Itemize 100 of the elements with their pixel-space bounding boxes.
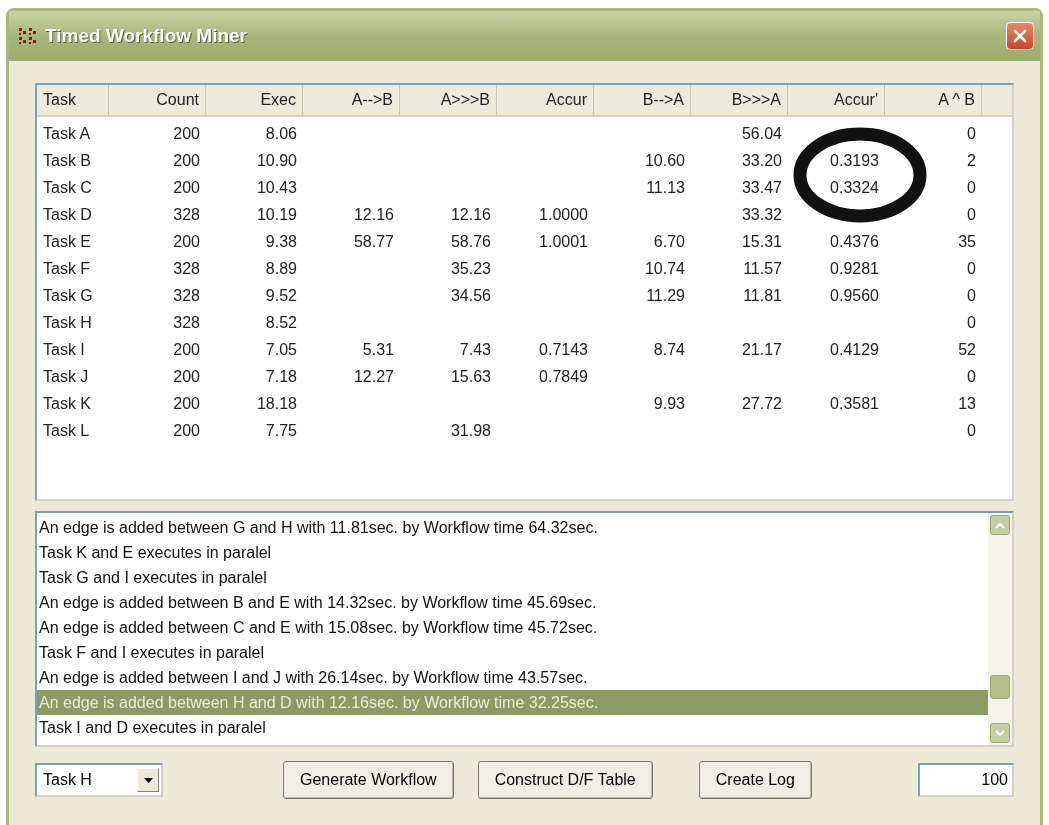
table-cell: 0 xyxy=(967,312,976,333)
scrollbar[interactable] xyxy=(988,513,1012,745)
table-cell: 5.31 xyxy=(362,339,394,360)
column-header[interactable]: A>>>B xyxy=(400,85,497,115)
table-cell: Task H xyxy=(43,312,92,333)
column-header[interactable]: Accur' xyxy=(788,85,885,115)
table-cell: 12.16 xyxy=(450,204,491,225)
table-cell: 0 xyxy=(967,204,976,225)
table-cell: 200 xyxy=(173,231,200,252)
table-cell: 0.3324 xyxy=(830,177,879,198)
dropdown-value: Task H xyxy=(43,770,92,790)
log-item[interactable]: An edge is added between C and E with 15.08sec. by Workflow time 45.72sec. xyxy=(37,615,988,640)
column-header[interactable]: Count xyxy=(109,85,206,115)
table-cell: 0 xyxy=(967,420,976,441)
table-cell: 12.27 xyxy=(353,366,394,387)
log-item[interactable]: Task G and I executes in paralel xyxy=(37,565,988,590)
table-cell: 10.43 xyxy=(256,177,297,198)
table-cell: 21.17 xyxy=(741,339,782,360)
table-cell: 0.3193 xyxy=(830,150,879,171)
log-item[interactable]: An edge is added between B and E with 14.32sec. by Workflow time 45.69sec. xyxy=(37,590,988,615)
table-cell: 0 xyxy=(967,123,976,144)
table-cell: 56.04 xyxy=(741,123,782,144)
column-header[interactable]: Accur xyxy=(497,85,594,115)
table-cell: 200 xyxy=(173,339,200,360)
scroll-thumb[interactable] xyxy=(990,675,1010,699)
table-cell: 0 xyxy=(967,258,976,279)
task-dropdown[interactable]: Task H xyxy=(35,763,163,797)
column-header[interactable]: B-->A xyxy=(594,85,691,115)
table-cell: 58.76 xyxy=(450,231,491,252)
log-item[interactable]: Task I and D executes in paralel xyxy=(37,715,988,740)
table-cell: 8.89 xyxy=(265,258,297,279)
table-cell: Task D xyxy=(43,204,92,225)
table-cell: 13 xyxy=(958,393,976,414)
table-cell: 15.63 xyxy=(450,366,491,387)
action-button[interactable]: Construct D/F Table xyxy=(477,761,653,799)
table-cell: 0.3581 xyxy=(830,393,879,414)
log-item[interactable]: An edge is added between I and J with 26.14sec. by Workflow time 43.57sec. xyxy=(37,665,988,690)
table-cell: 11.81 xyxy=(743,285,782,306)
table-cell: Task E xyxy=(43,231,91,252)
column-header[interactable]: A ^ B xyxy=(885,85,982,115)
table-cell: 8.06 xyxy=(265,123,297,144)
table-cell: 0.4376 xyxy=(830,231,879,252)
table-cell: 2 xyxy=(967,150,976,171)
table-cell: 0 xyxy=(967,285,976,306)
scroll-up-button[interactable] xyxy=(990,515,1010,535)
table-cell: 328 xyxy=(173,285,200,306)
table-cell: 7.43 xyxy=(459,339,491,360)
table-cell: 15.31 xyxy=(741,231,782,252)
table-cell: Task A xyxy=(43,123,91,144)
table-cell: Task G xyxy=(43,285,93,306)
table-cell: 0.9560 xyxy=(830,285,879,306)
scroll-down-button[interactable] xyxy=(990,723,1010,743)
close-icon xyxy=(1012,28,1028,44)
table-cell: 35 xyxy=(958,231,976,252)
table-cell: 7.75 xyxy=(265,420,297,441)
column-header[interactable]: Task xyxy=(37,85,109,115)
count-field[interactable]: 100 xyxy=(918,763,1014,797)
table-cell: 8.52 xyxy=(265,312,297,333)
column-header[interactable]: Exec xyxy=(206,85,303,115)
log-item[interactable]: An edge is added between G and H with 11.81sec. by Workflow time 64.32sec. xyxy=(37,515,988,540)
table-cell: Task C xyxy=(43,177,92,198)
table-cell: 6.70 xyxy=(653,231,685,252)
table-cell: 200 xyxy=(173,393,200,414)
table-cell: 9.93 xyxy=(653,393,685,414)
table-cell: 0.9281 xyxy=(830,258,879,279)
table-cell: 0.7143 xyxy=(539,339,588,360)
table-cell: 11.13 xyxy=(646,177,685,198)
table-cell: 9.38 xyxy=(265,231,297,252)
log-item[interactable]: Task K and E executes in paralel xyxy=(37,540,988,565)
table-cell: 34.56 xyxy=(450,285,491,306)
table-cell: Task L xyxy=(43,420,90,441)
table-cell: 52 xyxy=(958,339,976,360)
table-cell: Task I xyxy=(43,339,85,360)
table-cell: 10.90 xyxy=(256,150,297,171)
table-cell: 33.20 xyxy=(741,150,782,171)
table-cell: 7.05 xyxy=(265,339,297,360)
close-button[interactable] xyxy=(1006,22,1034,50)
table-cell: 12.16 xyxy=(353,204,394,225)
column-header[interactable]: A-->B xyxy=(303,85,400,115)
table-cell: Task F xyxy=(43,258,91,279)
column-header[interactable]: B>>>A xyxy=(691,85,788,115)
dropdown-arrow-icon xyxy=(143,777,153,783)
table-cell: 31.98 xyxy=(450,420,491,441)
table-cell: Task B xyxy=(43,150,91,171)
table-cell: 200 xyxy=(173,420,200,441)
table-cell: 200 xyxy=(173,123,200,144)
action-button[interactable]: Create Log xyxy=(698,761,812,799)
table-cell: 1.0000 xyxy=(539,204,588,225)
table-cell: 10.19 xyxy=(256,204,297,225)
table-cell: 10.60 xyxy=(644,150,685,171)
table-cell: 33.32 xyxy=(741,204,782,225)
table-cell: 11.57 xyxy=(743,258,782,279)
action-button[interactable]: Generate Workflow xyxy=(283,761,454,799)
log-item[interactable]: Task F and I executes in paralel xyxy=(37,640,988,665)
table-cell: 200 xyxy=(173,177,200,198)
table-cell: 0 xyxy=(967,366,976,387)
table-cell: 328 xyxy=(173,258,200,279)
table-cell: 11.29 xyxy=(646,285,685,306)
table-cell: 0.7849 xyxy=(539,366,588,387)
table-cell: 0.4129 xyxy=(830,339,879,360)
